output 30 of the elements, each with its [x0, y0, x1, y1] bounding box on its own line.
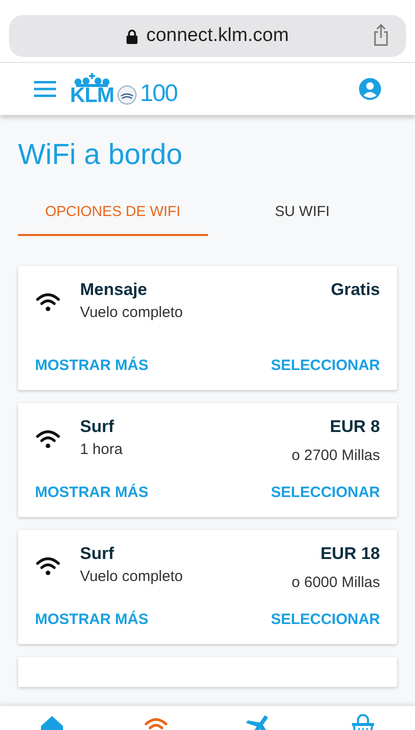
offer-price: Gratis [330, 280, 380, 300]
offer-price: EUR 18 [319, 544, 380, 564]
crown-icon [73, 73, 111, 87]
action-button[interactable]: SELECCIONAR [270, 611, 380, 628]
offer-duration: Vuelo completo [80, 304, 184, 321]
offer-name: Surf [80, 417, 115, 437]
offer-duration: 1 hora [80, 441, 124, 458]
url-text: connect.klm.com [146, 25, 289, 47]
offer-price: EUR 8 [328, 417, 380, 437]
tab[interactable]: OPCIONES DE WIFI [18, 198, 208, 236]
miles-price: o 6000 Millas [292, 574, 380, 591]
logo-text: KLM [70, 87, 114, 105]
share-icon[interactable] [372, 24, 390, 46]
address-bar[interactable]: connect.klm.com [9, 15, 406, 57]
offer-name: Mensaje [80, 280, 148, 300]
account-icon[interactable] [358, 77, 382, 101]
action-button[interactable]: MOSTRAR MÁS [35, 611, 148, 628]
anniversary-text: 100 [140, 83, 178, 105]
offer-duration: Vuelo completo [80, 568, 184, 585]
menu-icon[interactable] [34, 81, 56, 97]
emblem-icon [117, 85, 137, 105]
lock-icon [126, 28, 138, 44]
action-button[interactable]: MOSTRAR MÁS [35, 484, 148, 501]
action-button[interactable]: SELECCIONAR [270, 484, 380, 501]
miles-price: o 2700 Millas [292, 447, 380, 464]
tab[interactable]: SU WIFI [208, 198, 397, 236]
action-button[interactable]: SELECCIONAR [270, 357, 380, 374]
action-button[interactable]: MOSTRAR MÁS [35, 357, 148, 374]
page-title: WiFi a bordo [18, 139, 184, 172]
offer-name: Surf [80, 544, 115, 564]
